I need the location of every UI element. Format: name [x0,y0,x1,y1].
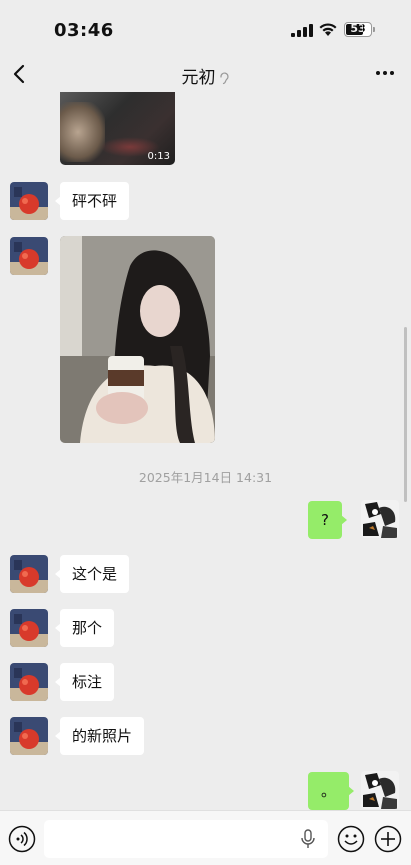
photo-image [60,236,215,443]
my-avatar[interactable] [361,771,399,809]
video-duration: 0:13 [147,151,170,162]
chat-timestamp: 2025年1月14日 14:31 [138,470,273,485]
avatar[interactable] [10,182,48,220]
avatar-image [10,609,48,647]
avatar[interactable] [10,555,48,593]
chat-title-wrap: 元初 [0,63,411,88]
message-bubble-self[interactable]: 。 [308,772,355,810]
message-bubble[interactable]: 的新照片 [54,717,145,755]
chat-title: 元初 [181,68,216,88]
plus-icon[interactable] [374,825,402,853]
avatar[interactable] [10,717,48,755]
ear-icon [219,72,229,85]
photo-message[interactable] [60,236,215,443]
battery-indicator: 53 [344,22,372,37]
signal-icon [291,24,313,37]
wifi-icon [319,23,337,36]
avatar-image [10,663,48,701]
battery-level: 53 [350,22,366,35]
message-bubble[interactable]: 这个是 [54,555,130,593]
message-bubble[interactable]: 砰不砰 [54,182,130,220]
avatar-image [10,237,48,275]
message-bubble[interactable]: 那个 [54,609,115,647]
message-bubble[interactable]: 标注 [54,663,115,701]
emoji-icon[interactable] [337,825,365,853]
my-avatar[interactable] [361,500,399,538]
message-input[interactable] [44,820,328,858]
my-avatar-image [361,500,399,538]
scrollbar[interactable] [404,327,407,502]
message-bubble-self[interactable]: ? [308,501,347,539]
video-thumb-detail [60,102,105,162]
avatar[interactable] [10,237,48,275]
avatar-image [10,717,48,755]
mic-icon[interactable] [300,829,316,849]
my-avatar-image [361,771,399,809]
avatar[interactable] [10,609,48,647]
status-time: 03:46 [54,20,114,41]
avatar[interactable] [10,663,48,701]
voice-icon[interactable] [8,825,36,853]
avatar-image [10,555,48,593]
video-message[interactable]: 0:13 [60,92,175,165]
battery-cap [373,27,375,32]
avatar-image [10,182,48,220]
more-icon[interactable] [374,63,396,83]
